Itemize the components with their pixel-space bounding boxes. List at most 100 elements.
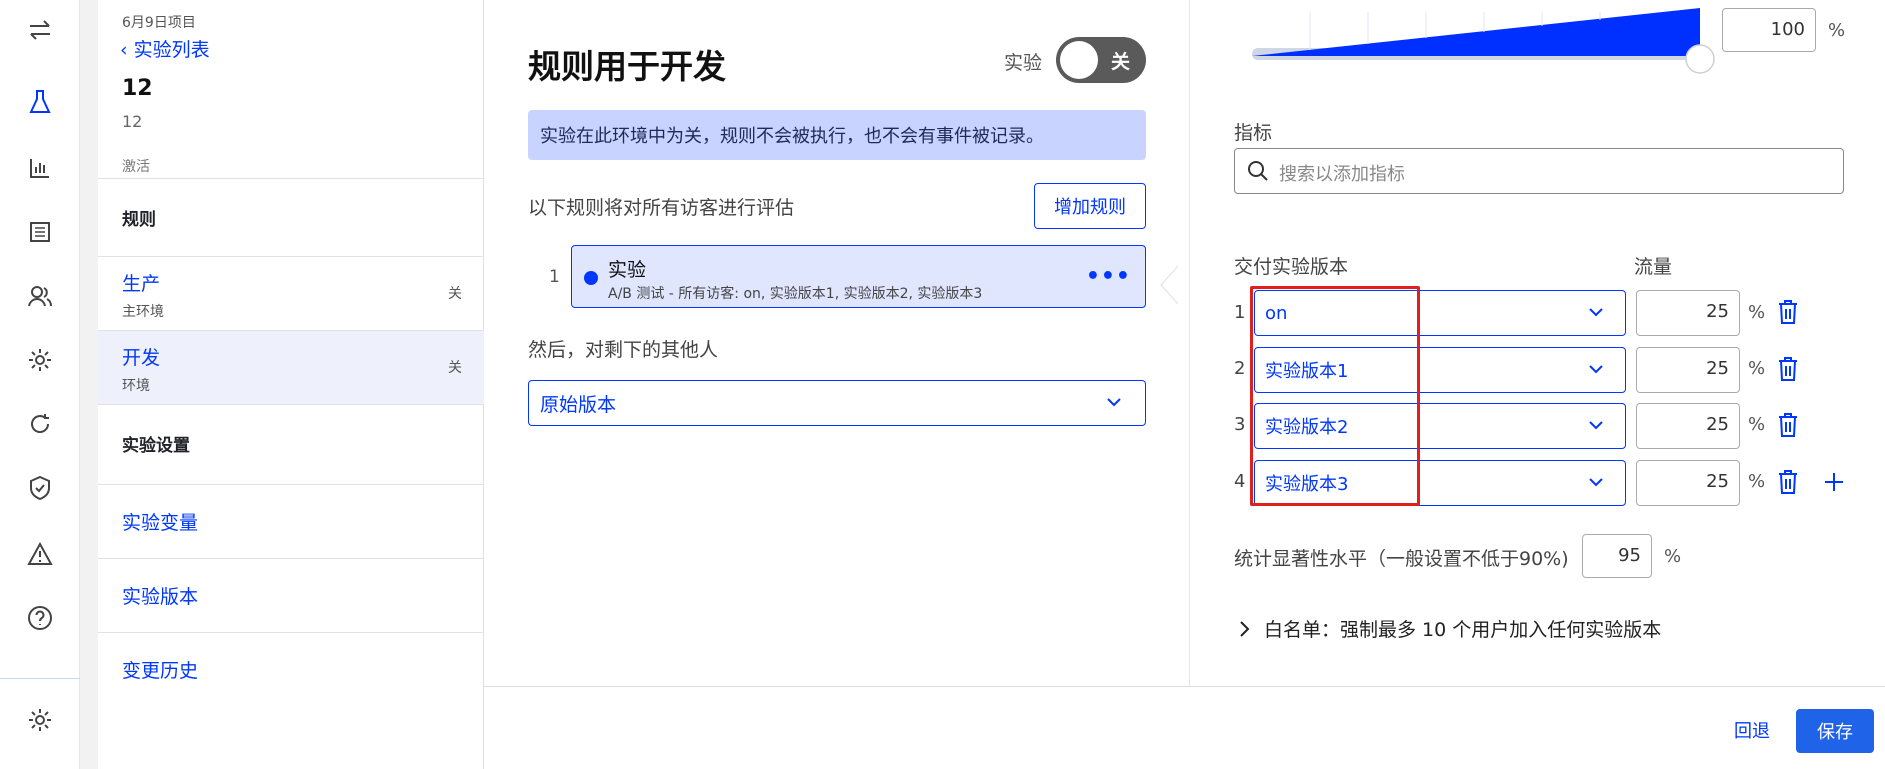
eval-description: 以下规则将对所有访客进行评估 — [528, 197, 795, 219]
variation-traffic-input[interactable]: 25 — [1636, 460, 1740, 506]
rail-divider — [0, 678, 80, 679]
action-footer: 回退 保存 — [484, 686, 1885, 769]
variation-select[interactable]: on — [1254, 290, 1626, 336]
traffic-ramp — [1252, 8, 1715, 74]
add-variation-icon[interactable] — [1822, 470, 1846, 494]
toggle-label: 实验 — [1004, 52, 1043, 74]
nav-link-history[interactable]: 变更历史 — [98, 632, 484, 706]
variation-select[interactable]: 实验版本1 — [1254, 347, 1626, 393]
back-link-label: 实验列表 — [133, 39, 210, 61]
list-icon[interactable] — [24, 216, 56, 248]
warning-icon[interactable] — [24, 538, 56, 570]
fallback-select[interactable]: 原始版本 — [528, 380, 1146, 426]
env-item-production[interactable]: 生产 主环境 关 — [98, 256, 484, 330]
variation-index: 3 — [1234, 414, 1246, 435]
experiment-name: 12 — [122, 76, 153, 101]
variation-traffic-input[interactable]: 25 — [1636, 290, 1740, 336]
icon-rail — [0, 0, 80, 769]
rule-index: 1 — [549, 267, 560, 287]
users-icon[interactable] — [24, 280, 56, 312]
shield-check-icon[interactable] — [24, 472, 56, 504]
rule-card[interactable]: 实验 A/B 测试 - 所有访客: on, 实验版本1, 实验版本2, 实验版本… — [571, 245, 1146, 308]
page-title: 规则用于开发 — [528, 47, 726, 86]
metrics-label: 指标 — [1234, 122, 1273, 144]
variation-value: 实验版本1 — [1265, 361, 1349, 382]
chevron-down-icon — [1589, 365, 1603, 374]
help-icon[interactable] — [24, 602, 56, 634]
variation-value: on — [1265, 302, 1288, 324]
bar-chart-icon[interactable] — [24, 152, 56, 184]
traffic-slider[interactable] — [1250, 0, 1715, 74]
traffic-input[interactable]: 100 — [1722, 8, 1816, 52]
env-sub: 主环境 — [122, 304, 164, 320]
save-button[interactable]: 保存 — [1796, 709, 1874, 753]
fallback-value: 原始版本 — [540, 393, 617, 416]
percent-sign: % — [1748, 358, 1766, 379]
chevron-down-icon — [1107, 398, 1121, 407]
whitelist-toggle[interactable]: 白名单：强制最多 10 个用户加入任何实验版本 — [1238, 615, 1661, 642]
env-state: 关 — [448, 360, 462, 376]
swap-icon[interactable] — [24, 14, 56, 46]
fallback-label: 然后，对剩下的其他人 — [528, 339, 719, 361]
variations-label: 交付实验版本 — [1234, 256, 1349, 278]
add-rule-button[interactable]: 增加规则 — [1034, 183, 1146, 229]
chevron-down-icon — [1589, 478, 1603, 487]
rules-header: 规则 — [98, 178, 484, 256]
significance-input[interactable]: 95 — [1582, 534, 1652, 578]
chevron-down-icon — [1589, 421, 1603, 430]
settings-header: 实验设置 — [98, 404, 484, 482]
variation-traffic-input[interactable]: 25 — [1636, 403, 1740, 449]
variation-select[interactable]: 实验版本2 — [1254, 403, 1626, 449]
variation-index: 2 — [1234, 358, 1246, 379]
rule-title: 实验 — [608, 259, 647, 281]
toggle-knob — [1060, 41, 1098, 79]
env-name: 开发 — [122, 347, 161, 369]
percent-sign: % — [1748, 471, 1766, 492]
nav-link-variables[interactable]: 实验变量 — [98, 484, 484, 558]
env-item-development[interactable]: 开发 环境 关 — [98, 330, 484, 404]
trash-icon[interactable] — [1776, 298, 1800, 326]
percent-sign: % — [1828, 20, 1846, 41]
rule-subtitle: A/B 测试 - 所有访客: on, 实验版本1, 实验版本2, 实验版本3 — [608, 286, 983, 302]
variation-value: 实验版本3 — [1265, 474, 1349, 495]
search-icon — [1248, 161, 1268, 181]
percent-sign: % — [1664, 546, 1682, 567]
env-state: 关 — [448, 286, 462, 302]
rule-config-panel: 100 % 指标 搜索以添加指标 交付实验版本 流量 1 on 25 % 2 实… — [1190, 0, 1885, 686]
gear-icon[interactable] — [24, 344, 56, 376]
percent-sign: % — [1748, 414, 1766, 435]
experiment-toggle[interactable]: 关 — [1056, 37, 1146, 83]
chevron-down-icon — [1589, 308, 1603, 317]
variation-index: 1 — [1234, 302, 1246, 323]
search-placeholder: 搜索以添加指标 — [1279, 164, 1405, 185]
settings-icon[interactable] — [24, 704, 56, 736]
variation-index: 4 — [1234, 471, 1246, 492]
rule-status-dot — [584, 271, 598, 285]
whitelist-label: 白名单：强制最多 10 个用户加入任何实验版本 — [1264, 619, 1662, 641]
metrics-search-input[interactable]: 搜索以添加指标 — [1234, 148, 1844, 194]
variation-value: 实验版本2 — [1265, 417, 1349, 438]
nav-gutter — [80, 0, 98, 769]
nav-link-variations[interactable]: 实验版本 — [98, 558, 484, 632]
refresh-icon[interactable] — [24, 408, 56, 440]
chevron-left-icon: ‹ — [120, 39, 134, 61]
revert-button[interactable]: 回退 — [1724, 709, 1780, 751]
variation-traffic-input[interactable]: 25 — [1636, 347, 1740, 393]
flask-icon[interactable] — [24, 86, 56, 118]
env-name: 生产 — [122, 273, 161, 295]
project-name: 6月9日项目 — [122, 15, 196, 31]
variation-select[interactable]: 实验版本3 — [1254, 460, 1626, 506]
env-sub: 环境 — [122, 378, 150, 394]
more-options-icon[interactable]: ••• — [1086, 264, 1131, 289]
rules-panel: 规则用于开发 实验 关 实验在此环境中为关，规则不会被执行，也不会有事件被记录。… — [484, 0, 1190, 686]
trash-icon[interactable] — [1776, 468, 1800, 496]
traffic-label: 流量 — [1634, 256, 1673, 278]
toggle-state: 关 — [1110, 51, 1130, 73]
back-link[interactable]: ‹ 实验列表 — [120, 35, 210, 62]
chevron-right-icon — [1240, 620, 1250, 637]
info-banner: 实验在此环境中为关，规则不会被执行，也不会有事件被记录。 — [528, 110, 1146, 160]
trash-icon[interactable] — [1776, 355, 1800, 383]
percent-sign: % — [1748, 302, 1766, 323]
experiment-nav: 6月9日项目 ‹ 实验列表 12 12 激活 规则 生产 主环境 关 开发 环境… — [80, 0, 484, 769]
trash-icon[interactable] — [1776, 411, 1800, 439]
